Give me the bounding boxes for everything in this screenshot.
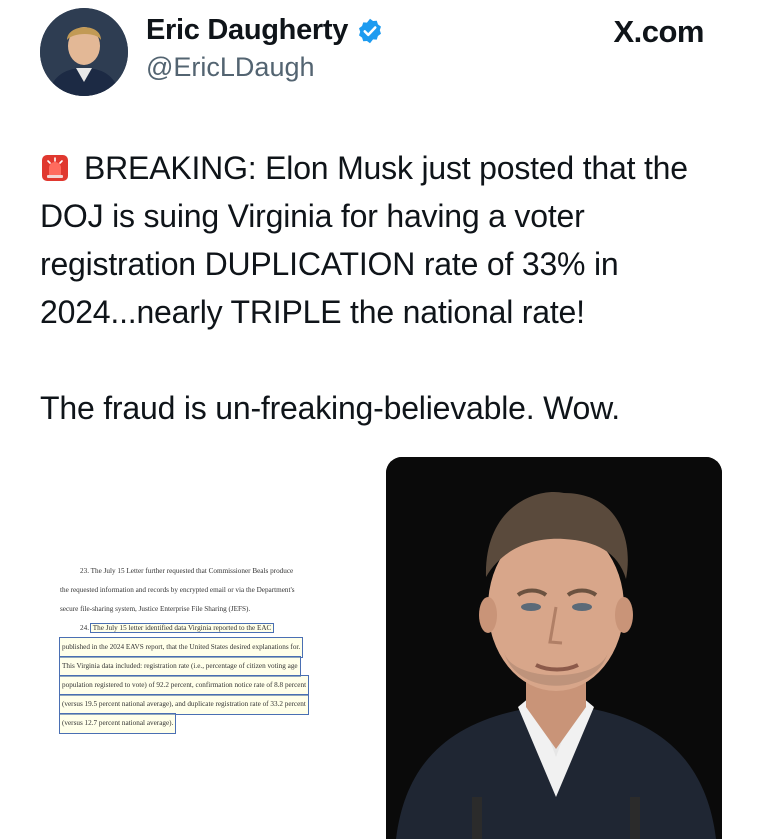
document-line: secure file-sharing system, Justice Ente… bbox=[60, 605, 251, 613]
tweet-header: Eric Daugherty @EricLDaugh X.com bbox=[0, 0, 762, 110]
document-line: 23. The July 15 Letter further requested… bbox=[80, 567, 294, 575]
handle[interactable]: @EricLDaugh bbox=[146, 52, 315, 83]
highlighted-text: This Virginia data included: registratio… bbox=[59, 656, 301, 677]
tweet-body: BREAKING: Elon Musk just posted that the… bbox=[40, 144, 730, 432]
document-line: the requested information and records by… bbox=[60, 586, 295, 594]
highlighted-text: The July 15 letter identified data Virgi… bbox=[89, 623, 275, 633]
highlighted-text: published in the 2024 EAVS report, that … bbox=[58, 637, 304, 658]
document-excerpt-image[interactable]: 23. The July 15 Letter further requested… bbox=[40, 548, 380, 748]
siren-icon bbox=[42, 155, 68, 181]
tweet-paragraph-2: The fraud is un-freaking-believable. Wow… bbox=[40, 390, 620, 426]
highlighted-text: (versus 19.5 percent national average), … bbox=[59, 694, 309, 715]
tweet-paragraph-1-text: BREAKING: Elon Musk just posted that the… bbox=[40, 150, 688, 330]
site-label: X.com bbox=[613, 14, 704, 49]
display-name[interactable]: Eric Daugherty bbox=[146, 14, 348, 47]
elon-musk-photo[interactable] bbox=[386, 457, 722, 839]
highlighted-text: (versus 12.7 percent national average). bbox=[58, 713, 177, 734]
highlighted-text: population registered to vote) of 92.2 p… bbox=[58, 675, 310, 696]
verified-badge-icon bbox=[359, 18, 382, 43]
name-row: Eric Daugherty bbox=[146, 14, 384, 47]
paragraph-number: 24. bbox=[80, 624, 89, 632]
document-line: 24. The July 15 letter identified data V… bbox=[80, 619, 275, 638]
tweet-paragraph-1: BREAKING: Elon Musk just posted that the… bbox=[40, 144, 730, 336]
avatar[interactable] bbox=[40, 8, 128, 96]
